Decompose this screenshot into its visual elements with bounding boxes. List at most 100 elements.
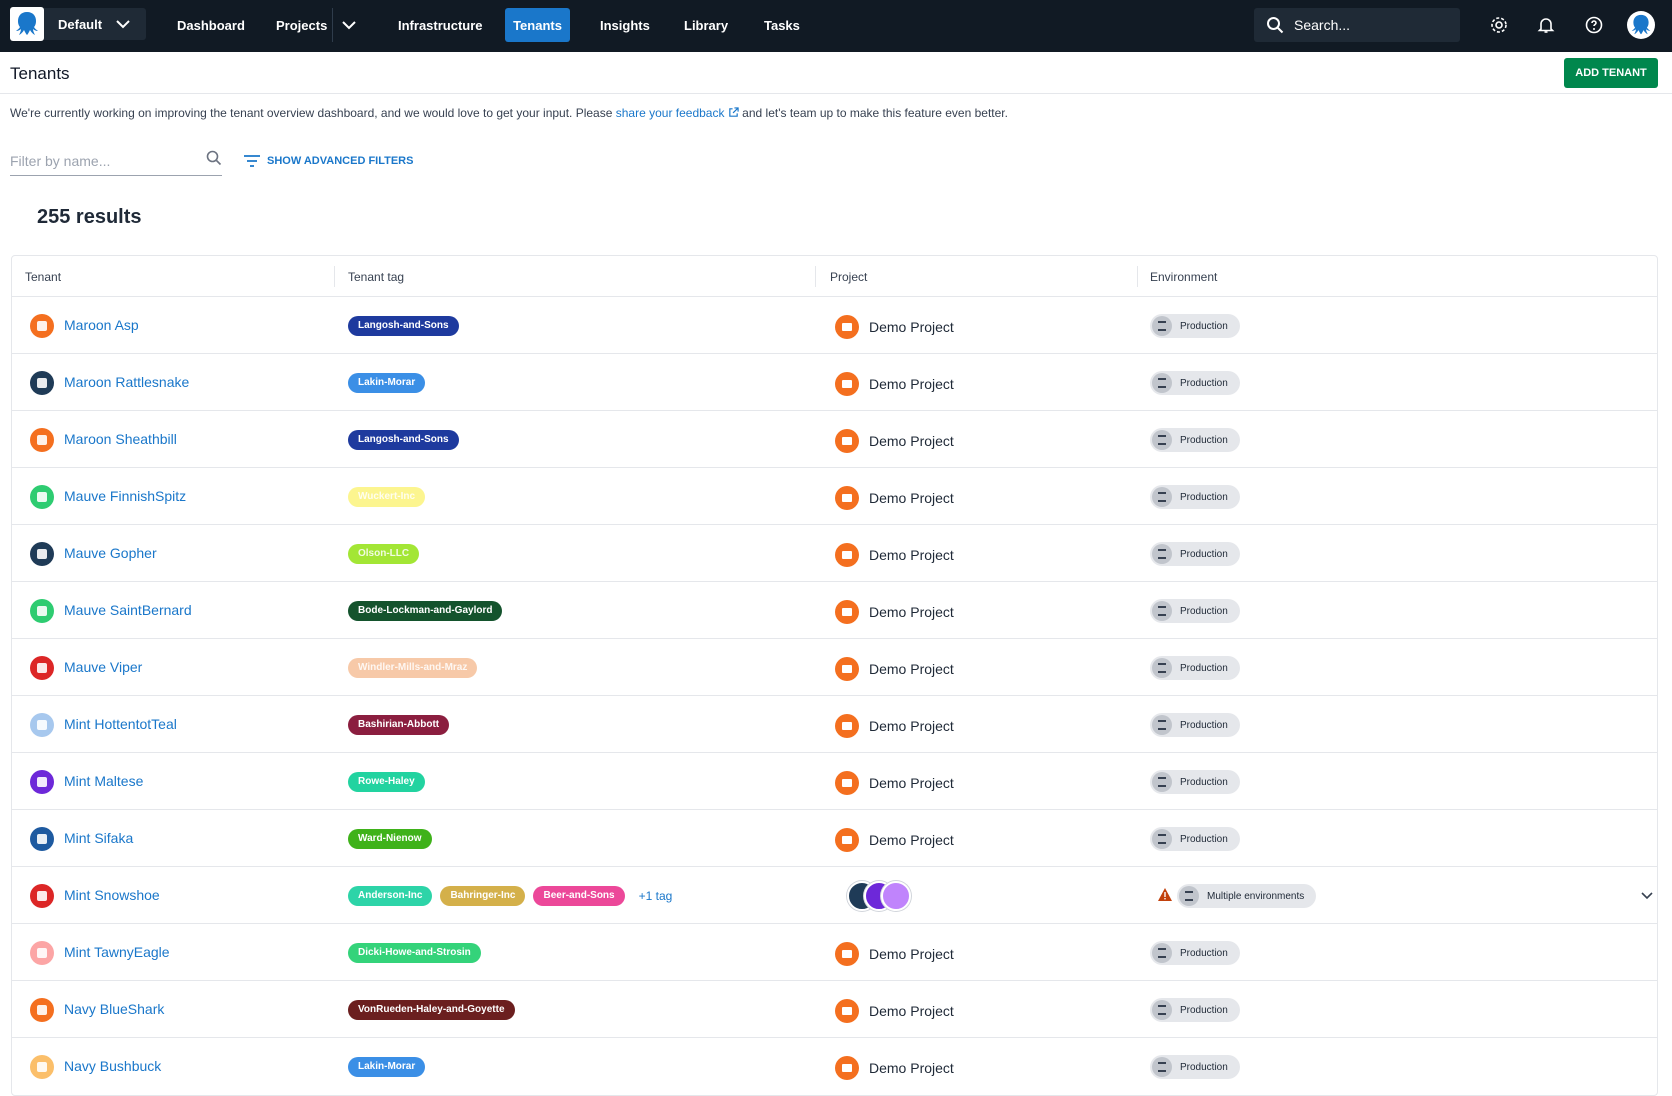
table-row[interactable]: Mint Snowshoe Anderson-Inc Bahringer-Inc Be… [12,867,1657,924]
environment-chip: Production [1150,770,1240,794]
table-row[interactable]: Maroon Rattlesnake Lakin-Morar Demo Projec… [12,354,1657,411]
tenant-tag-chip: Langosh-and-Sons [348,430,459,450]
environment-icon [1152,316,1172,336]
project-cell: Demo Project [835,429,954,453]
tenant-tags: Anderson-Inc Bahringer-Inc Beer-and-Sons +1… [348,886,672,906]
table-row[interactable]: Mint Maltese Rowe-Haley Demo Project Produc… [12,753,1657,810]
multiple-projects-avatars[interactable] [847,881,911,911]
project-name: Demo Project [869,775,954,791]
page-title: Tenants [10,64,70,83]
table-row[interactable]: Mauve FinnishSpitz Wuckert-Inc Demo Projec… [12,468,1657,525]
tenant-tag-chip: Anderson-Inc [348,886,433,906]
table-row[interactable]: Mint TawnyEagle Dicki-Howe-and-Strosin Dem… [12,924,1657,981]
share-feedback-link[interactable]: share your feedback [616,106,739,120]
environment-chip: Production [1150,371,1240,395]
settings-gear-icon[interactable] [1488,14,1510,36]
global-search[interactable]: Search... [1254,8,1460,42]
environment-chip: Production [1150,827,1240,851]
tenant-tags: Bashirian-Abbott [348,715,450,735]
help-icon[interactable] [1583,14,1605,36]
column-divider [334,266,335,287]
environment-chip: Production [1150,314,1240,338]
tenant-tag-chip: Wuckert-Inc [348,487,426,507]
tenant-name-link[interactable]: Mint Sifaka [64,830,133,846]
user-avatar[interactable] [1627,11,1655,39]
tenant-name-link[interactable]: Mauve Viper [64,659,142,675]
search-placeholder: Search... [1294,17,1351,33]
tenant-logo-icon [30,656,54,680]
environment-name: Production [1180,776,1228,788]
project-cell: Demo Project [835,942,954,966]
table-row[interactable]: Maroon Sheathbill Langosh-and-Sons Demo Pr… [12,411,1657,468]
tenant-name-link[interactable]: Mint HottentotTeal [64,716,177,732]
table-body: Maroon Asp Langosh-and-Sons Demo Project Pr… [12,297,1657,1095]
tenant-logo-icon [30,998,54,1022]
tenant-logo-icon [30,884,54,908]
more-tags-link[interactable]: +1 tag [639,889,673,903]
table-row[interactable]: Navy BlueShark VonRueden-Haley-and-Goyett… [12,981,1657,1038]
nav-dashboard[interactable]: Dashboard [167,8,255,42]
tenant-name-link[interactable]: Mauve FinnishSpitz [64,488,186,504]
tenant-name-link[interactable]: Maroon Asp [64,317,139,333]
table-row[interactable]: Mint HottentotTeal Bashirian-Abbott Demo P… [12,696,1657,753]
environment-icon [1152,1057,1172,1077]
nav-tasks[interactable]: Tasks [754,8,810,42]
table-row[interactable]: Mauve Gopher Olson-LLC Demo Project Product… [12,525,1657,582]
filter-name-input[interactable] [10,148,190,174]
tenant-logo-icon [30,485,54,509]
octopus-logo-icon [10,7,44,41]
notifications-bell-icon[interactable] [1535,14,1557,36]
tenant-name-link[interactable]: Mauve Gopher [64,545,157,561]
table-row[interactable]: Mauve SaintBernard Bode-Lockman-and-Gaylo… [12,582,1657,639]
environment-name: Production [1180,491,1228,503]
project-logo-icon [835,714,859,738]
tenant-name-link[interactable]: Mint TawnyEagle [64,944,170,960]
tenant-tags: Bode-Lockman-and-Gaylord [348,601,503,621]
nav-library[interactable]: Library [674,8,738,42]
environment-icon [1152,544,1172,564]
projects-chevron-down-icon[interactable] [340,16,358,34]
table-row[interactable]: Maroon Asp Langosh-and-Sons Demo Project Pr… [12,297,1657,354]
environment-chip: Production [1150,656,1240,680]
tenant-tags: Rowe-Haley [348,772,425,792]
environment-name: Multiple environments [1207,890,1305,902]
filter-by-name [10,148,222,176]
environment-icon [1152,772,1172,792]
environment-name: Production [1180,1061,1228,1073]
tenant-tags: Dicki-Howe-and-Strosin [348,943,481,963]
environment-name: Production [1180,1004,1228,1016]
project-logo-icon [835,372,859,396]
project-cell: Demo Project [835,828,954,852]
project-name: Demo Project [869,490,954,506]
tenant-name-link[interactable]: Mint Snowshoe [64,887,160,903]
tenant-name-link[interactable]: Navy Bushbuck [64,1058,161,1074]
table-row[interactable]: Navy Bushbuck Lakin-Morar Demo Project Prod… [12,1038,1657,1095]
warning-icon [1158,888,1172,901]
page-header: Tenants ADD TENANT [0,52,1672,94]
chevron-down-icon [116,20,130,29]
table-row[interactable]: Mauve Viper Windler-Mills-and-Mraz Demo Pr… [12,639,1657,696]
tenant-name-link[interactable]: Mauve SaintBernard [64,602,192,618]
tenant-name-link[interactable]: Maroon Sheathbill [64,431,177,447]
project-cell: Demo Project [835,372,954,396]
show-advanced-filters-button[interactable]: SHOW ADVANCED FILTERS [243,154,413,168]
project-logo-icon [835,828,859,852]
column-divider [1137,266,1138,287]
project-logo-icon [835,1056,859,1080]
tenant-name-link[interactable]: Navy BlueShark [64,1001,164,1017]
environment-name: Production [1180,947,1228,959]
nav-infrastructure[interactable]: Infrastructure [388,8,493,42]
tenant-logo-icon [30,713,54,737]
tenant-tag-chip: Lakin-Morar [348,373,426,393]
expand-row-chevron-icon[interactable] [1640,888,1654,902]
nav-tenants[interactable]: Tenants [505,8,570,42]
notice-text-after: and let's team up to make this feature e… [742,106,1008,120]
table-row[interactable]: Mint Sifaka Ward-Nienow Demo Project Produc… [12,810,1657,867]
nav-insights[interactable]: Insights [590,8,660,42]
tenant-name-link[interactable]: Maroon Rattlesnake [64,374,189,390]
space-switcher[interactable]: Default [10,7,146,41]
nav-projects[interactable]: Projects [266,8,337,42]
environment-chip: Production [1150,428,1240,452]
tenant-name-link[interactable]: Mint Maltese [64,773,143,789]
add-tenant-button[interactable]: ADD TENANT [1564,58,1658,88]
